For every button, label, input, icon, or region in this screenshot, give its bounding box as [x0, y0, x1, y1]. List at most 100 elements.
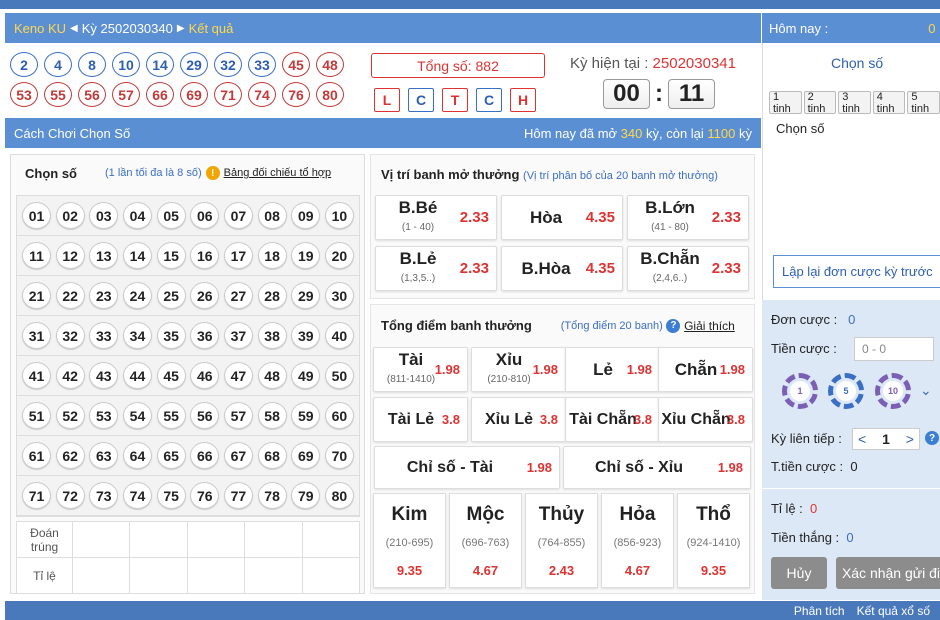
number-ball[interactable]: 66	[190, 442, 220, 469]
number-ball[interactable]: 28	[257, 282, 287, 309]
number-ball[interactable]: 54	[122, 402, 152, 429]
number-ball[interactable]: 75	[156, 482, 186, 509]
analysis-link[interactable]: Phân tích	[794, 604, 845, 618]
combo-bet-option[interactable]: Tài Lẻ 3.8	[373, 397, 468, 442]
consecutive-stepper[interactable]: <1 >	[852, 428, 920, 450]
repeat-last-bet-button[interactable]: Lập lại đơn cược kỳ trước	[773, 255, 940, 288]
chip-10-icon[interactable]: 10	[875, 373, 911, 409]
number-ball[interactable]: 44	[122, 362, 152, 389]
number-ball[interactable]: 09	[291, 202, 321, 229]
tinh-tab[interactable]: 3 tinh	[838, 91, 871, 115]
chip-5-icon[interactable]: 5	[828, 373, 864, 409]
number-ball[interactable]: 13	[89, 242, 119, 269]
number-ball[interactable]: 34	[122, 322, 152, 349]
number-ball[interactable]: 64	[122, 442, 152, 469]
number-ball[interactable]: 22	[55, 282, 85, 309]
number-ball[interactable]: 47	[223, 362, 253, 389]
number-ball[interactable]: 52	[55, 402, 85, 429]
number-ball[interactable]: 67	[223, 442, 253, 469]
number-ball[interactable]: 05	[156, 202, 186, 229]
number-ball[interactable]: 68	[257, 442, 287, 469]
number-ball[interactable]: 15	[156, 242, 186, 269]
number-ball[interactable]: 51	[22, 402, 51, 429]
number-ball[interactable]: 30	[324, 282, 354, 309]
number-ball[interactable]: 56	[190, 402, 220, 429]
game-name[interactable]: Keno KU	[14, 21, 66, 36]
number-ball[interactable]: 36	[190, 322, 220, 349]
number-ball[interactable]: 29	[291, 282, 321, 309]
position-bet-option[interactable]: B.Bé (1 - 40) 2.33	[375, 195, 497, 240]
number-ball[interactable]: 33	[89, 322, 119, 349]
next-arrow-icon[interactable]: ▶	[177, 23, 185, 34]
sum-bet-option[interactable]: Tài (811-1410) 1.98	[373, 347, 468, 392]
number-ball[interactable]: 69	[291, 442, 321, 469]
number-ball[interactable]: 76	[190, 482, 220, 509]
info-icon[interactable]: !	[205, 166, 220, 180]
index-bet-option[interactable]: Chỉ số - Tài 1.98	[374, 446, 560, 489]
number-ball[interactable]: 43	[89, 362, 119, 389]
sum-bet-option[interactable]: Chẵn 1.98	[658, 347, 753, 392]
number-ball[interactable]: 04	[122, 202, 152, 229]
results-link[interactable]: Kết quả	[189, 21, 234, 36]
number-ball[interactable]: 26	[190, 282, 220, 309]
number-ball[interactable]: 78	[257, 482, 287, 509]
number-ball[interactable]: 35	[156, 322, 186, 349]
number-ball[interactable]: 27	[223, 282, 253, 309]
element-bet-option[interactable]: Thủy (764-855) 2.43	[525, 493, 598, 588]
number-ball[interactable]: 65	[156, 442, 186, 469]
number-ball[interactable]: 31	[22, 322, 51, 349]
number-ball[interactable]: 25	[156, 282, 186, 309]
number-ball[interactable]: 39	[291, 322, 321, 349]
number-ball[interactable]: 60	[324, 402, 354, 429]
element-bet-option[interactable]: Hỏa (856-923) 4.67	[601, 493, 674, 588]
index-bet-option[interactable]: Chỉ số - Xỉu 1.98	[563, 446, 751, 489]
number-ball[interactable]: 74	[122, 482, 152, 509]
number-ball[interactable]: 62	[55, 442, 85, 469]
number-ball[interactable]: 61	[22, 442, 51, 469]
element-bet-option[interactable]: Thổ (924-1410) 9.35	[677, 493, 750, 588]
number-ball[interactable]: 46	[190, 362, 220, 389]
position-bet-option[interactable]: B.Lẻ (1,3,5..) 2.33	[375, 246, 497, 291]
help-icon[interactable]: ?	[925, 431, 939, 445]
number-ball[interactable]: 23	[89, 282, 119, 309]
number-ball[interactable]: 58	[257, 402, 287, 429]
help-icon[interactable]: ?	[666, 318, 681, 333]
number-ball[interactable]: 01	[22, 202, 51, 229]
number-ball[interactable]: 03	[89, 202, 119, 229]
number-ball[interactable]: 17	[223, 242, 253, 269]
number-ball[interactable]: 57	[223, 402, 253, 429]
position-bet-option[interactable]: B.Lớn (41 - 80) 2.33	[627, 195, 749, 240]
tinh-tab[interactable]: 1 tinh	[769, 91, 802, 115]
number-ball[interactable]: 45	[156, 362, 186, 389]
number-ball[interactable]: 10	[324, 202, 354, 229]
element-bet-option[interactable]: Mộc (696-763) 4.67	[449, 493, 522, 588]
number-ball[interactable]: 49	[291, 362, 321, 389]
number-ball[interactable]: 02	[55, 202, 85, 229]
number-ball[interactable]: 73	[89, 482, 119, 509]
number-ball[interactable]: 80	[324, 482, 354, 509]
number-ball[interactable]: 72	[55, 482, 85, 509]
number-ball[interactable]: 08	[257, 202, 287, 229]
combo-bet-option[interactable]: Xỉu Chẵn 3.8	[658, 397, 753, 442]
number-ball[interactable]: 16	[190, 242, 220, 269]
number-ball[interactable]: 70	[324, 442, 354, 469]
number-ball[interactable]: 41	[22, 362, 51, 389]
number-ball[interactable]: 48	[257, 362, 287, 389]
number-ball[interactable]: 20	[324, 242, 354, 269]
tinh-tab[interactable]: 2 tinh	[803, 91, 837, 115]
number-ball[interactable]: 40	[324, 322, 354, 349]
number-ball[interactable]: 37	[223, 322, 253, 349]
number-ball[interactable]: 42	[55, 362, 85, 389]
increment-icon[interactable]: >	[906, 431, 914, 447]
number-ball[interactable]: 63	[89, 442, 119, 469]
number-ball[interactable]: 59	[291, 402, 321, 429]
compare-table-link[interactable]: Bảng đối chiếu tổ hợp	[224, 167, 332, 179]
decrement-icon[interactable]: <	[858, 431, 866, 447]
explain-link[interactable]: Giải thích	[684, 319, 735, 333]
chevron-down-icon[interactable]: ⌄	[920, 382, 932, 399]
position-bet-option[interactable]: B.Chẵn (2,4,6..) 2.33	[627, 246, 749, 291]
amount-input[interactable]: 0 - 0	[854, 337, 934, 361]
sum-bet-option[interactable]: Xỉu (210-810) 1.98	[471, 347, 566, 392]
number-ball[interactable]: 79	[291, 482, 321, 509]
number-ball[interactable]: 06	[190, 202, 220, 229]
